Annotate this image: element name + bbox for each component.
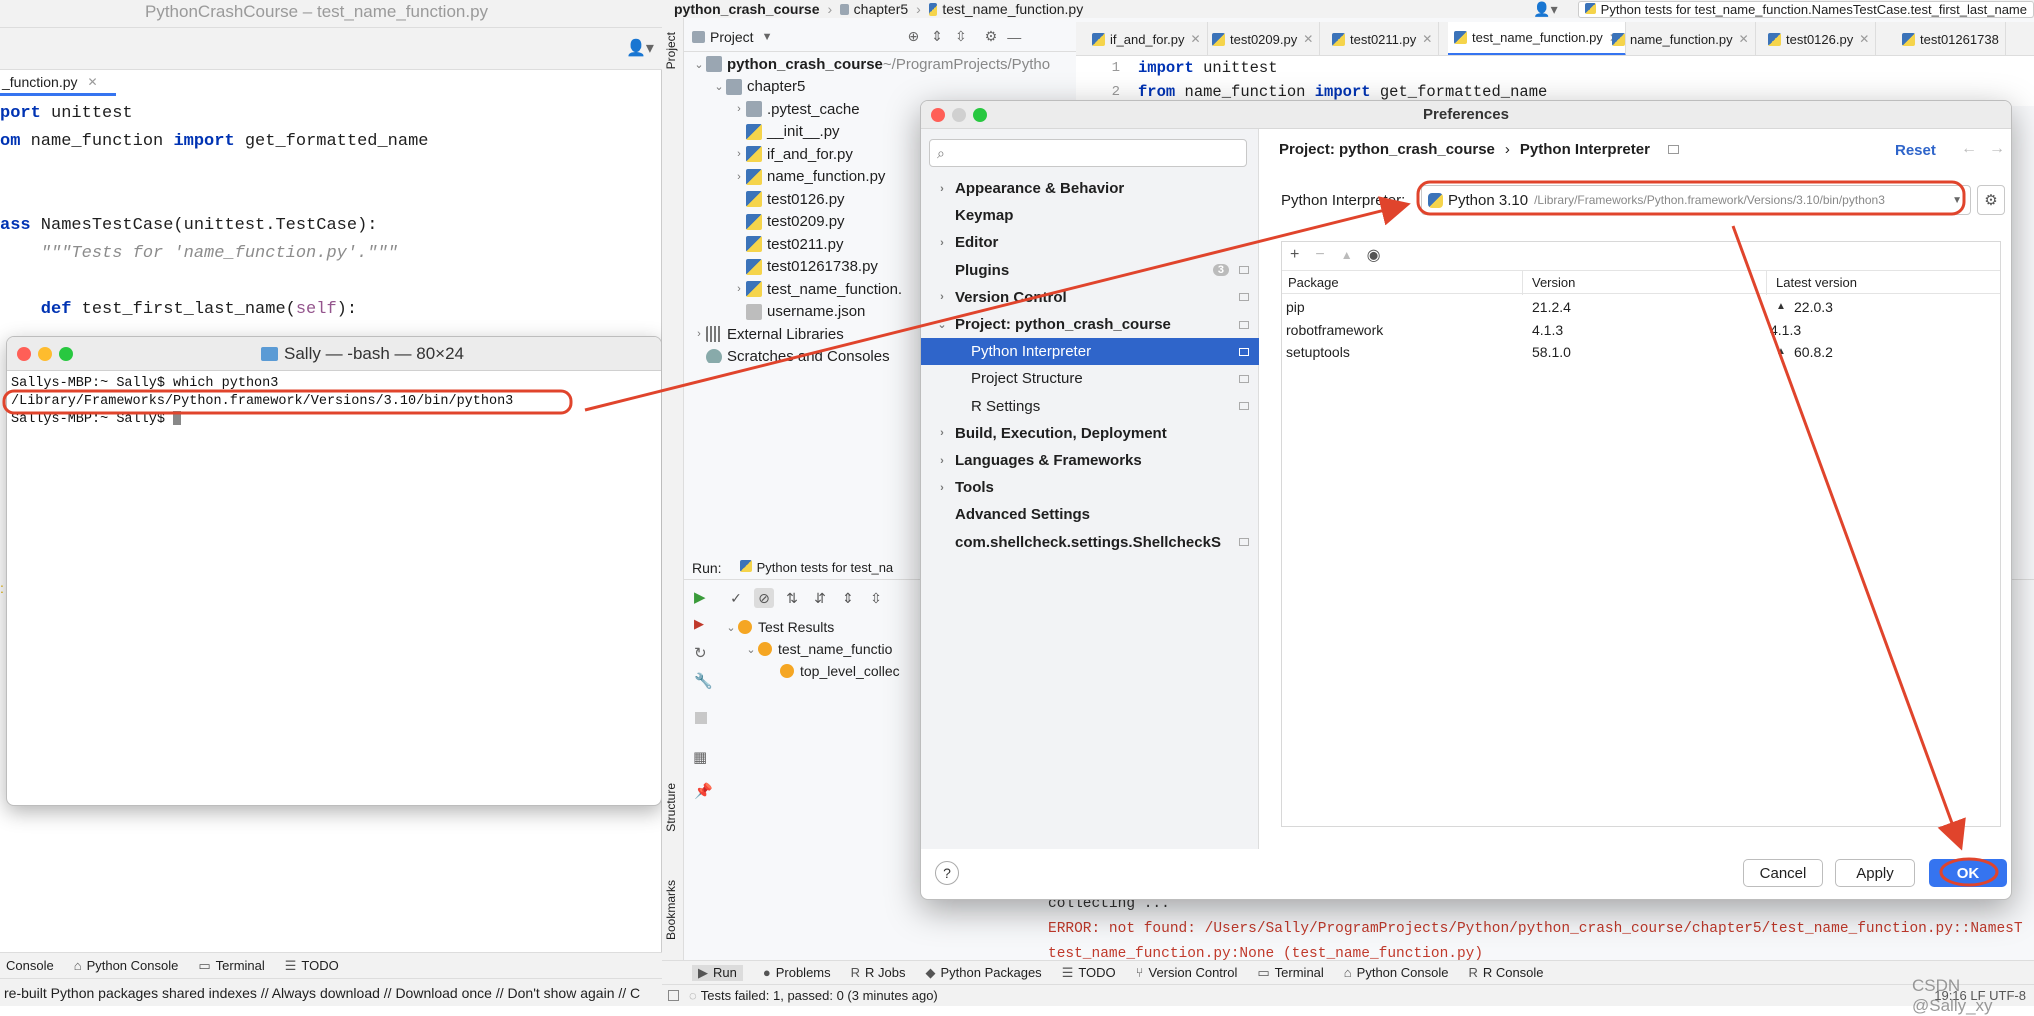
highlight-ok-button — [1939, 857, 1999, 887]
highlight-terminal-path — [2, 389, 573, 415]
annotation-overlay — [2, 180, 1999, 887]
arrow-to-interpreter — [584, 196, 1411, 412]
highlight-interpreter — [1416, 180, 1966, 216]
arrow-to-ok — [1731, 225, 1966, 851]
